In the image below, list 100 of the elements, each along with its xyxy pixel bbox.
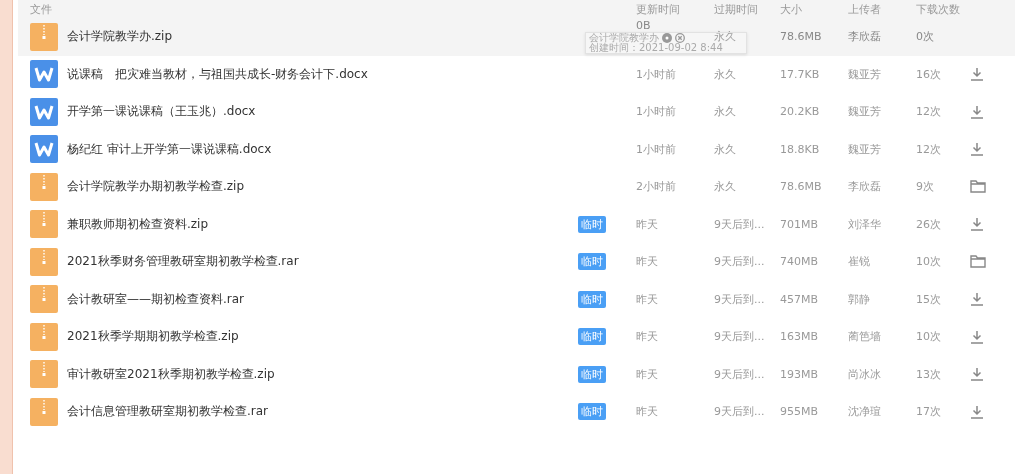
file-row[interactable]: 审计教研室2021秋季期初教学检查.zip 临时 昨天 9天后到... 193MB 尚冰冰 13次	[18, 355, 1015, 393]
table-cell: 郭静	[848, 291, 870, 307]
table-cell: 17次	[916, 404, 941, 420]
table-cell: 10次	[916, 329, 941, 345]
table-cell: 昨天	[636, 254, 658, 270]
table-cell: 1小时前	[636, 104, 676, 120]
download-icon[interactable]	[970, 404, 984, 419]
table-cell: 457MB	[780, 292, 819, 306]
table-cell: 9次	[916, 179, 934, 195]
table-cell: 李欣磊	[848, 179, 881, 195]
table-cell: 尚冰冰	[848, 366, 881, 382]
folder-icon[interactable]	[970, 255, 986, 269]
download-icon[interactable]	[970, 292, 984, 307]
column-header: 更新时间	[636, 1, 681, 17]
table-cell: 永久	[714, 66, 736, 82]
table-cell: 26次	[916, 216, 941, 232]
column-header: 过期时间	[714, 1, 759, 17]
table-cell: 78.6MB	[780, 180, 822, 194]
download-icon[interactable]	[970, 142, 984, 157]
table-cell: 20.2KB	[780, 105, 820, 119]
table-cell: 1小时前	[636, 66, 676, 82]
download-icon[interactable]	[970, 217, 984, 232]
table-cell: 12次	[916, 104, 941, 120]
table-cell: 昨天	[636, 366, 658, 382]
file-row[interactable]: 开学第一课说课稿（王玉兆）.docx 1小时前 永久 20.2KB 魏亚芳 12次	[18, 93, 1015, 131]
table-cell: 永久	[714, 179, 736, 195]
table-cell: 12次	[916, 141, 941, 157]
table-cell: 蔺笆墙	[848, 329, 881, 345]
table-cell: 昨天	[636, 329, 658, 345]
table-cell: 193MB	[780, 367, 819, 381]
temporary-badge: 临时	[578, 290, 606, 308]
tooltip-text: 创建时间：2021-09-02 8:44	[589, 43, 724, 53]
table-cell: 740MB	[780, 255, 819, 269]
file-row[interactable]: 杨纪红 审计上开学第一课说课稿.docx 1小时前 永久 18.8KB 魏亚芳 12次	[18, 130, 1015, 168]
column-header: 文件	[30, 1, 53, 17]
temporary-badge: 临时	[578, 328, 606, 346]
table-cell: 9天后到...	[714, 216, 765, 232]
table-cell: 1小时前	[636, 141, 676, 157]
close-icon	[675, 33, 685, 43]
file-name[interactable]: 会计信息管理教研室期初教学检查.rar	[58, 403, 578, 421]
folder-icon[interactable]	[970, 180, 986, 194]
table-cell: 昨天	[636, 216, 658, 232]
download-icon[interactable]	[970, 367, 984, 382]
file-row[interactable]: 会计教研室——期初检查资料.rar 临时 昨天 9天后到... 457MB 郭静 15次	[18, 280, 1015, 318]
table-cell: 78.6MB	[780, 30, 822, 44]
file-name[interactable]: 兼职教师期初检查资料.zip	[58, 215, 578, 233]
file-row[interactable]: 2021秋季学期期初教学检查.zip 临时 昨天 9天后到... 163MB 蔺笆墙 10次	[18, 318, 1015, 356]
archive-icon	[30, 22, 58, 51]
table-cell: 2小时前	[636, 179, 676, 195]
temporary-badge: 临时	[578, 215, 606, 233]
table-cell: 永久	[714, 104, 736, 120]
file-row[interactable]: 会计学院教学办期初教学检查.zip 2小时前 永久 78.6MB 李欣磊 9次	[18, 168, 1015, 206]
file-row[interactable]: 说课稿 把灾难当教材，与祖国共成长-财务会计下.docx 1小时前 永久 17.7KB 魏亚芳 16次	[18, 55, 1015, 93]
table-cell: 魏亚芳	[848, 141, 881, 157]
table-cell: 9天后到...	[714, 291, 765, 307]
file-name[interactable]: 2021秋季财务管理教研室期初教学检查.rar	[58, 253, 578, 271]
table-cell: 9天后到...	[714, 329, 765, 345]
file-name[interactable]: 杨纪红 审计上开学第一课说课稿.docx	[58, 140, 578, 158]
table-cell: 163MB	[780, 330, 819, 344]
file-name[interactable]: 会计学院教学办.zip	[58, 28, 578, 46]
temporary-badge: 临时	[578, 365, 606, 383]
archive-icon	[30, 210, 58, 239]
download-icon[interactable]	[970, 67, 984, 82]
table-cell: 17.7KB	[780, 67, 820, 81]
archive-icon	[30, 360, 58, 389]
table-cell: 9天后到...	[714, 366, 765, 382]
table-cell: 18.8KB	[780, 142, 820, 156]
file-name[interactable]: 2021秋季学期期初教学检查.zip	[58, 328, 578, 346]
file-name[interactable]: 会计教研室——期初检查资料.rar	[58, 290, 578, 308]
archive-icon	[30, 322, 58, 351]
column-header: 大小	[780, 1, 803, 17]
file-name[interactable]: 审计教研室2021秋季期初教学检查.zip	[58, 365, 578, 383]
file-row[interactable]: 兼职教师期初检查资料.zip 临时 昨天 9天后到... 701MB 刘泽华 26次	[18, 205, 1015, 243]
document-icon	[30, 135, 58, 164]
file-name[interactable]: 说课稿 把灾难当教材，与祖国共成长-财务会计下.docx	[58, 65, 578, 83]
table-cell: 李欣磊	[848, 29, 881, 45]
file-name[interactable]: 开学第一课说课稿（王玉兆）.docx	[58, 103, 578, 121]
table-cell: 15次	[916, 291, 941, 307]
tooltip-title: 会计学院教学办	[589, 33, 659, 43]
file-row[interactable]: 会计信息管理教研室期初教学检查.rar 临时 昨天 9天后到... 955MB 沈净瑄 17次	[18, 393, 1015, 431]
download-icon[interactable]	[970, 104, 984, 119]
document-icon	[30, 97, 58, 126]
table-cell: 10次	[916, 254, 941, 270]
table-cell: 魏亚芳	[848, 66, 881, 82]
info-icon	[662, 33, 672, 43]
archive-icon	[30, 247, 58, 276]
archive-icon	[30, 285, 58, 314]
table-cell: 955MB	[780, 405, 819, 419]
file-name[interactable]: 会计学院教学办期初教学检查.zip	[58, 178, 578, 196]
table-cell: 昨天	[636, 291, 658, 307]
table-cell: 9天后到...	[714, 404, 765, 420]
table-cell: 701MB	[780, 217, 819, 231]
table-cell: 16次	[916, 66, 941, 82]
table-cell: 魏亚芳	[848, 104, 881, 120]
download-icon[interactable]	[970, 329, 984, 344]
table-cell: 0B	[636, 20, 651, 31]
table-cell: 9天后到...	[714, 254, 765, 270]
table-cell: 13次	[916, 366, 941, 382]
table-cell: 0次	[916, 29, 934, 45]
file-row[interactable]: 2021秋季财务管理教研室期初教学检查.rar 临时 昨天 9天后到... 740MB 崔锐 10次	[18, 243, 1015, 281]
